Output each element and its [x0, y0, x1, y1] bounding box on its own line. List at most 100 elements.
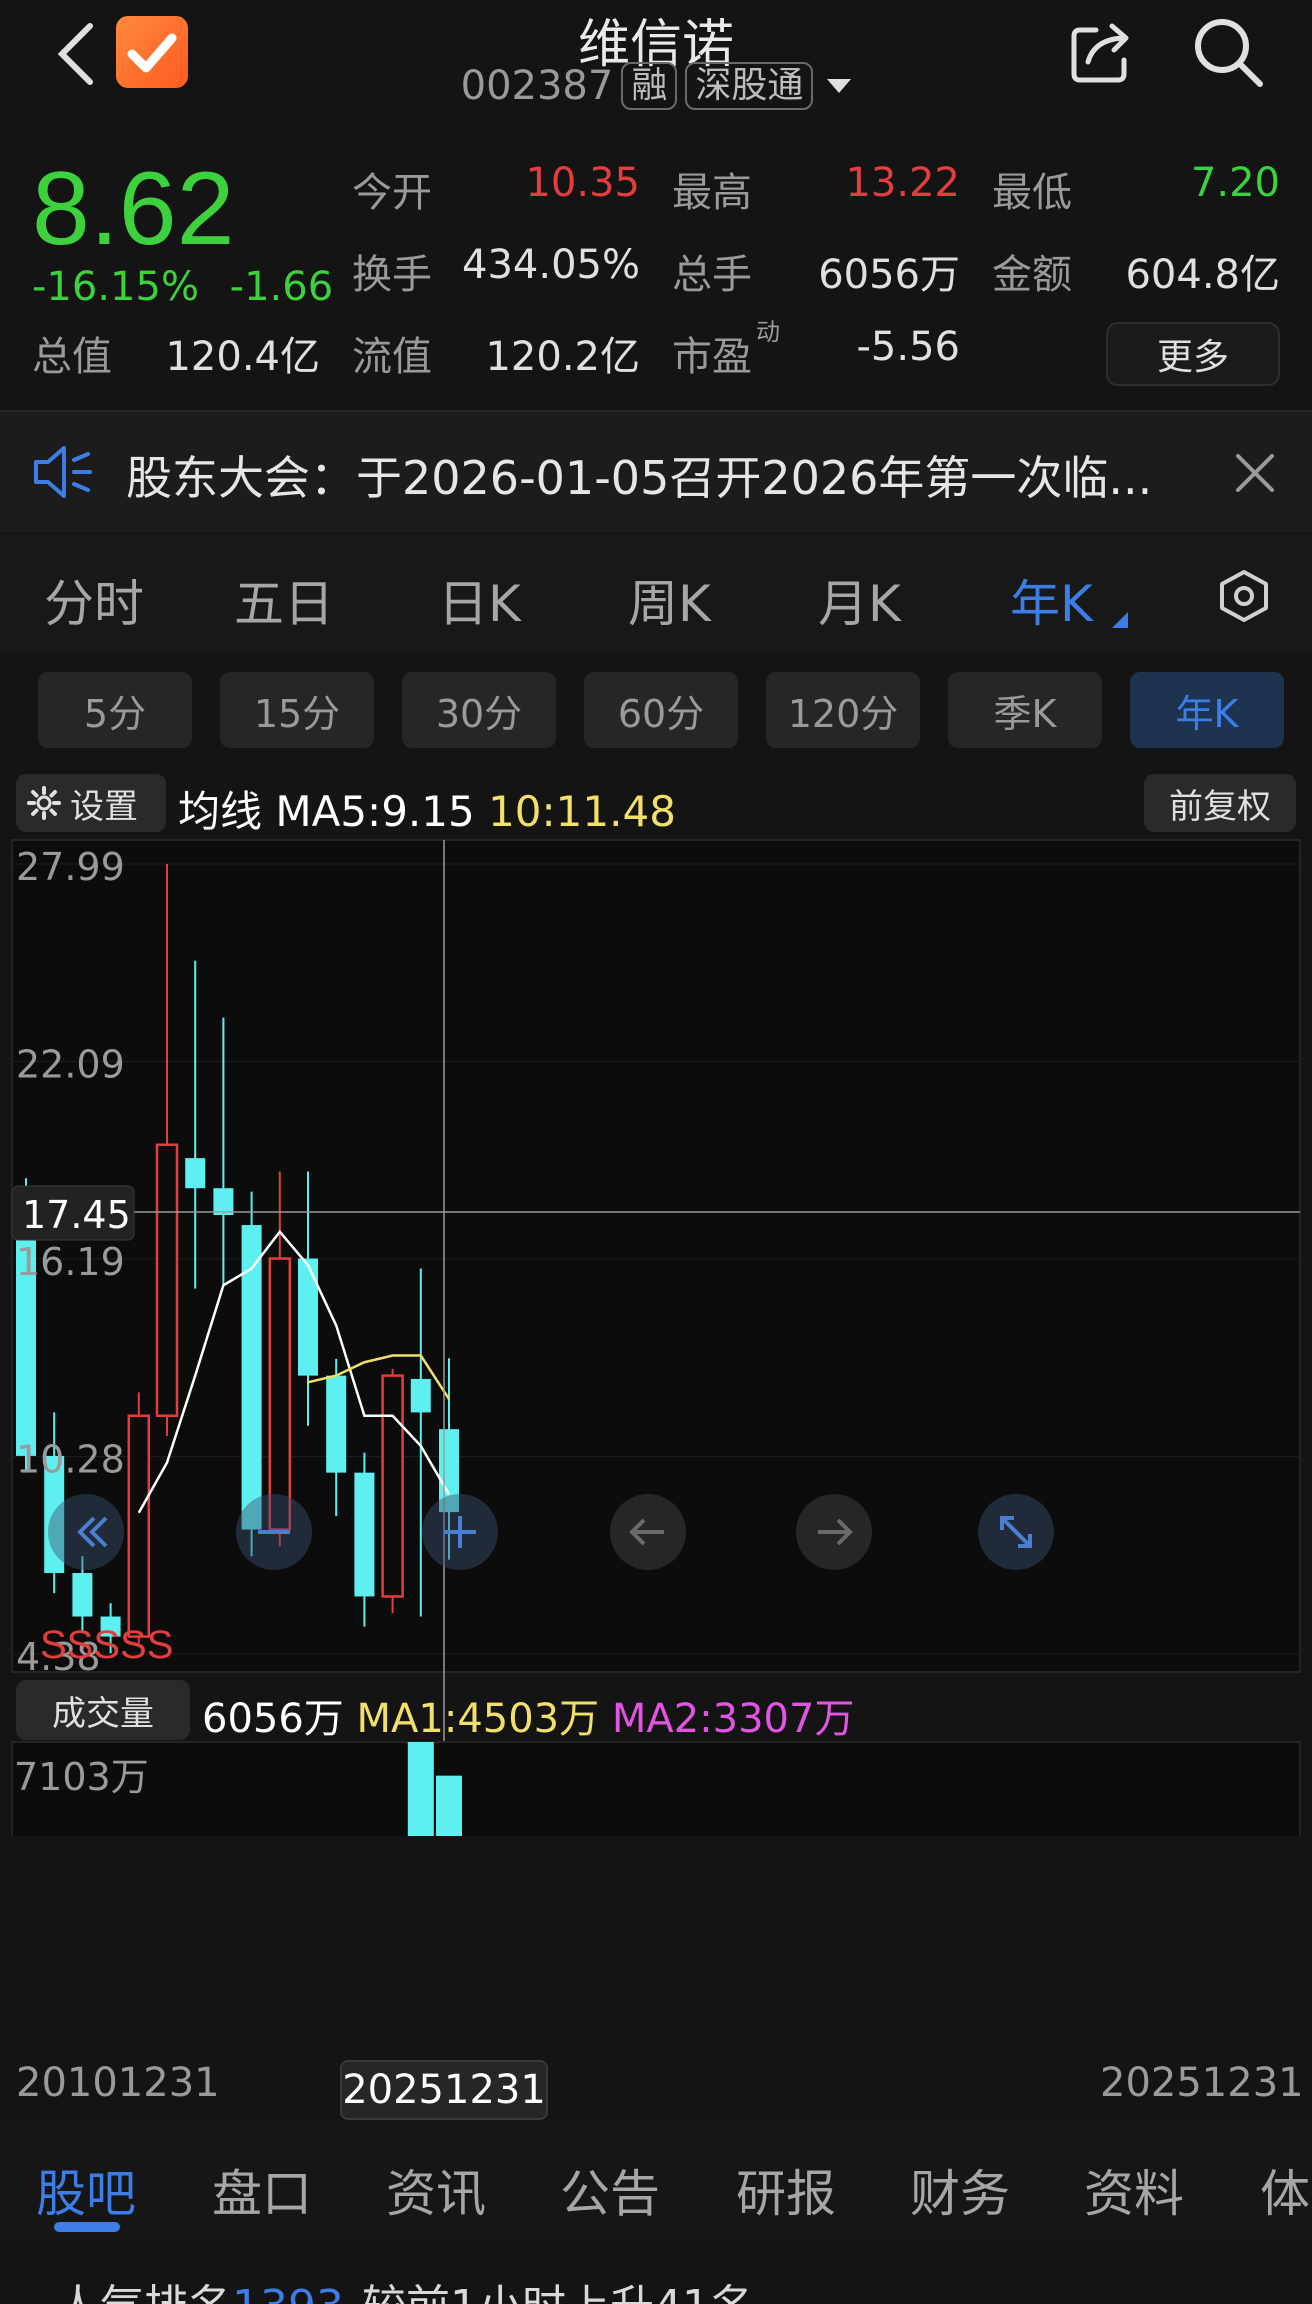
turnover-value: 434.05%	[462, 242, 640, 288]
low-value: 7.20	[1190, 160, 1280, 206]
market-cap-label: 总值	[32, 334, 112, 380]
interval-yearly[interactable]: 年K	[1130, 672, 1284, 748]
rank-suffix: 较前1小时上升41名	[362, 2281, 754, 2304]
tab-daily-k[interactable]: 日K	[438, 564, 521, 636]
amount-value: 604.8亿	[1125, 252, 1280, 298]
volume-bar	[407, 1742, 434, 1836]
price-tick-label: 27.99	[16, 845, 125, 889]
ma-time: 10:11.48	[488, 787, 676, 836]
candle-body	[185, 1158, 206, 1189]
interval-30min[interactable]: 30分	[402, 672, 556, 748]
tab-forum[interactable]: 股吧	[36, 2154, 136, 2226]
tab-finance[interactable]: 财务	[910, 2154, 1010, 2226]
candle-body	[268, 1257, 292, 1531]
search-icon[interactable]	[1190, 14, 1266, 90]
pan-right-button[interactable]	[796, 1494, 872, 1570]
open-label: 今开	[352, 170, 432, 216]
notice-banner[interactable]: 股东大会：于2026-01-05召开2026年第一次临...	[0, 412, 1312, 532]
ma5-value: 均线 MA5:9.15	[178, 787, 475, 836]
high-label: 最高	[672, 170, 752, 216]
tab-news[interactable]: 资讯	[386, 2154, 486, 2226]
dropdown-caret-icon[interactable]	[827, 79, 852, 93]
total-volume-value: 6056万	[818, 252, 960, 298]
rank-number: 1393	[232, 2281, 344, 2304]
volume-panel	[11, 1741, 1301, 1836]
active-tab-indicator	[54, 2222, 120, 2232]
candle-body	[241, 1225, 262, 1530]
volume-indicator-button[interactable]: 成交量	[16, 1680, 190, 1740]
tab-weekly-k[interactable]: 周K	[628, 564, 711, 636]
interval-quarterly[interactable]: 季K	[948, 672, 1102, 748]
tab-order-book[interactable]: 盘口	[212, 2154, 312, 2226]
candle-body	[381, 1374, 404, 1598]
settings-label: 设置	[70, 786, 138, 827]
tab-announcements[interactable]: 公告	[560, 2154, 660, 2226]
tab-intraday[interactable]: 分时	[44, 564, 144, 636]
ma-readout: 均线 MA5:9.15 10:11.48	[178, 778, 676, 839]
change-percent: -16.15%	[32, 264, 199, 310]
volume-value: 6056万	[202, 1696, 344, 1742]
fullscreen-button[interactable]	[978, 1494, 1054, 1570]
zoom-minus-button[interactable]	[236, 1494, 312, 1570]
date-start: 20101231	[16, 2060, 220, 2106]
chart-settings-button[interactable]: 设置	[16, 774, 166, 832]
candle-body	[127, 1414, 151, 1638]
interval-5min[interactable]: 5分	[38, 672, 192, 748]
tab-five-day[interactable]: 五日	[234, 564, 334, 636]
price-tick-label: 16.19	[16, 1240, 125, 1284]
interval-15min[interactable]: 15分	[220, 672, 374, 748]
candle-body	[155, 1143, 179, 1418]
rank-prefix: 人气排名	[56, 2281, 232, 2304]
tab-more[interactable]: 体	[1260, 2154, 1310, 2226]
date-end: 20251231	[1100, 2060, 1304, 2106]
stock-code: 002387	[460, 63, 614, 109]
tab-research[interactable]: 研报	[736, 2154, 836, 2226]
pe-label: 市盈	[672, 334, 752, 380]
gear-icon	[27, 786, 61, 820]
change-amount: -1.66	[229, 264, 334, 310]
high-value: 13.22	[845, 160, 960, 206]
price-tick-label: 10.28	[16, 1438, 125, 1482]
speaker-icon	[34, 446, 92, 498]
pan-left-button[interactable]	[610, 1494, 686, 1570]
popularity-rank: 人气排名1393 较前1小时上升41名	[56, 2270, 754, 2304]
zoom-out-all-button[interactable]	[48, 1494, 124, 1570]
candle-body	[326, 1375, 347, 1473]
pe-dynamic-mark: 动	[756, 318, 780, 346]
open-value: 10.35	[525, 160, 640, 206]
chart-settings-icon[interactable]	[1216, 568, 1272, 624]
tab-profile[interactable]: 资料	[1084, 2154, 1184, 2226]
share-icon[interactable]	[1066, 16, 1138, 88]
margin-tag: 融	[621, 62, 678, 110]
total-volume-label: 总手	[672, 252, 752, 298]
tab-monthly-k[interactable]: 月K	[818, 564, 901, 636]
volume-bar	[436, 1775, 462, 1836]
volume-ma1: MA1:4503万	[356, 1696, 600, 1742]
float-cap-label: 流值	[352, 334, 432, 380]
interval-60min[interactable]: 60分	[584, 672, 738, 748]
chart-marker: SSSSS	[40, 1623, 173, 1667]
market-cap-value: 120.4亿	[165, 334, 320, 380]
connect-tag: 深股通	[685, 62, 814, 110]
tab-dropdown-triangle-icon	[1112, 612, 1128, 628]
candle-body	[354, 1472, 375, 1597]
quote-panel: 8.62 -16.15% -1.66 今开 10.35 最高 13.22 最低 …	[0, 140, 1312, 410]
price-tick-label: 22.09	[16, 1042, 125, 1086]
turnover-label: 换手	[352, 252, 432, 298]
volume-ma2: MA2:3307万	[611, 1696, 855, 1742]
adjustment-button[interactable]: 前复权	[1144, 774, 1296, 832]
date-cursor: 20251231	[340, 2060, 548, 2120]
tab-yearly-k[interactable]: 年K	[1010, 564, 1093, 636]
more-button[interactable]: 更多	[1106, 322, 1280, 386]
period-tabs: 分时 五日 日K 周K 月K 年K	[0, 534, 1312, 654]
notice-text: 股东大会：于2026-01-05召开2026年第一次临...	[126, 451, 1153, 505]
interval-120min[interactable]: 120分	[766, 672, 920, 748]
zoom-plus-button[interactable]	[422, 1494, 498, 1570]
last-price: 8.62	[32, 151, 235, 267]
close-icon[interactable]	[1230, 448, 1280, 498]
bottom-tabs: 股吧 盘口 资讯 公告 研报 财务 资料 体	[0, 2120, 1312, 2240]
volume-info-bar: 成交量 6056万 MA1:4503万 MA2:3307万	[0, 1678, 1312, 1742]
pe-value: -5.56	[856, 324, 961, 370]
candle-body	[298, 1258, 318, 1376]
interval-tabs: 5分 15分 30分 60分 120分 季K 年K	[0, 656, 1312, 768]
